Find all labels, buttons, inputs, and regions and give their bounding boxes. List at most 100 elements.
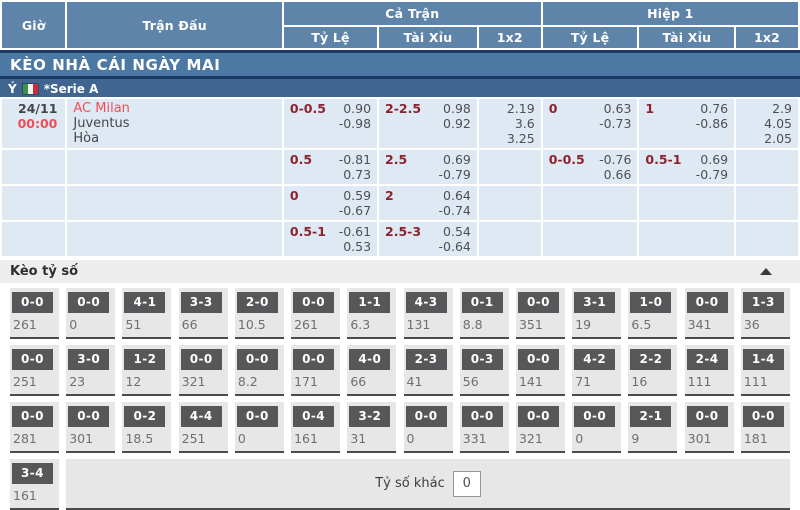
score-chip[interactable]: 4-3 xyxy=(406,292,447,313)
score-odds-cell[interactable]: 0-0181 xyxy=(741,402,790,453)
score-chip[interactable]: 1-2 xyxy=(124,349,165,370)
chevron-up-icon[interactable] xyxy=(760,268,772,275)
score-odds-cell[interactable]: 3-023 xyxy=(66,345,115,396)
score-odds-cell[interactable]: 0-00 xyxy=(66,288,115,339)
h1-overunder-cell[interactable]: 0.5-1 0.69 -0.79 xyxy=(639,150,734,184)
odds-value[interactable]: 0.59 xyxy=(343,188,371,203)
score-chip[interactable]: 0-0 xyxy=(574,406,615,427)
odds-value[interactable]: -0.61 xyxy=(339,224,371,239)
score-chip[interactable]: 1-4 xyxy=(743,349,784,370)
score-odds-cell[interactable]: 4-4251 xyxy=(179,402,228,453)
ft-1x2-cell[interactable]: 2.19 3.6 3.25 xyxy=(479,99,541,148)
draw-label[interactable]: Hòa xyxy=(73,131,276,146)
odds-value[interactable]: -0.73 xyxy=(599,116,631,131)
score-odds-cell[interactable]: 0-0351 xyxy=(516,288,565,339)
score-chip[interactable]: 0-0 xyxy=(293,349,334,370)
ft-handicap-cell[interactable]: 0.5 -0.81 0.73 xyxy=(284,150,377,184)
odds-value[interactable]: -0.74 xyxy=(439,203,471,218)
score-chip[interactable]: 0-0 xyxy=(687,292,728,313)
odds-value[interactable]: -0.76 xyxy=(599,152,631,167)
score-odds-cell[interactable]: 3-231 xyxy=(347,402,396,453)
score-chip[interactable]: 0-0 xyxy=(68,406,109,427)
score-chip[interactable]: 0-0 xyxy=(181,349,222,370)
score-chip[interactable]: 4-1 xyxy=(124,292,165,313)
score-odds-cell[interactable]: 0-4161 xyxy=(291,402,340,453)
score-odds-cell[interactable]: 3-119 xyxy=(572,288,621,339)
h1-handicap-cell[interactable]: 0 0.63 -0.73 xyxy=(543,99,638,148)
score-chip[interactable]: 0-2 xyxy=(124,406,165,427)
h1-1x2-cell[interactable]: 2.9 4.05 2.05 xyxy=(736,99,798,148)
score-odds-cell[interactable]: 3-4161 xyxy=(10,459,59,510)
odds-value[interactable]: 3.25 xyxy=(485,131,535,146)
odds-value[interactable]: 3.6 xyxy=(485,116,535,131)
score-odds-cell[interactable]: 0-0321 xyxy=(179,345,228,396)
score-chip[interactable]: 0-0 xyxy=(518,292,559,313)
score-chip[interactable]: 3-3 xyxy=(181,292,222,313)
score-odds-cell[interactable]: 0-0301 xyxy=(66,402,115,453)
score-odds-cell[interactable]: 0-0301 xyxy=(685,402,734,453)
score-odds-cell[interactable]: 0-0261 xyxy=(291,288,340,339)
score-odds-cell[interactable]: 0-0171 xyxy=(291,345,340,396)
score-odds-cell[interactable]: 0-18.8 xyxy=(460,288,509,339)
score-chip[interactable]: 0-0 xyxy=(12,406,53,427)
score-chip[interactable]: 3-1 xyxy=(574,292,615,313)
away-team[interactable]: Juventus xyxy=(73,116,276,131)
ft-overunder-cell[interactable]: 2 0.64 -0.74 xyxy=(379,186,477,220)
score-chip[interactable]: 4-4 xyxy=(181,406,222,427)
odds-value[interactable]: 2.9 xyxy=(742,101,792,116)
score-odds-cell[interactable]: 1-06.5 xyxy=(628,288,677,339)
odds-value[interactable]: 0.66 xyxy=(604,167,632,182)
score-odds-cell[interactable]: 0-00 xyxy=(235,402,284,453)
score-odds-cell[interactable]: 2-19 xyxy=(628,402,677,453)
score-odds-cell[interactable]: 0-0321 xyxy=(516,402,565,453)
ft-overunder-cell[interactable]: 2-2.5 0.98 0.92 xyxy=(379,99,477,148)
odds-value[interactable]: 4.05 xyxy=(742,116,792,131)
odds-value[interactable]: 0.98 xyxy=(443,101,471,116)
score-chip[interactable]: 2-3 xyxy=(406,349,447,370)
odds-value[interactable]: -0.79 xyxy=(439,167,471,182)
ft-handicap-cell[interactable]: 0-0.5 0.90 -0.98 xyxy=(284,99,377,148)
score-odds-cell[interactable]: 0-0331 xyxy=(460,402,509,453)
score-odds-cell[interactable]: 1-16.3 xyxy=(347,288,396,339)
score-odds-cell[interactable]: 2-4111 xyxy=(685,345,734,396)
score-chip[interactable]: 0-0 xyxy=(687,406,728,427)
score-odds-cell[interactable]: 4-066 xyxy=(347,345,396,396)
ft-overunder-cell[interactable]: 2.5 0.69 -0.79 xyxy=(379,150,477,184)
score-chip[interactable]: 0-0 xyxy=(237,349,278,370)
score-odds-cell[interactable]: 1-4111 xyxy=(741,345,790,396)
score-chip[interactable]: 2-1 xyxy=(630,406,671,427)
ft-handicap-cell[interactable]: 0 0.59 -0.67 xyxy=(284,186,377,220)
score-odds-cell[interactable]: 0-0341 xyxy=(685,288,734,339)
odds-value[interactable]: 0.54 xyxy=(443,224,471,239)
score-odds-cell[interactable]: 0-0141 xyxy=(516,345,565,396)
odds-value[interactable]: 0.73 xyxy=(343,167,371,182)
odds-value[interactable]: 0.90 xyxy=(343,101,371,116)
score-chip[interactable]: 0-0 xyxy=(518,406,559,427)
score-chip[interactable]: 0-0 xyxy=(518,349,559,370)
score-chip[interactable]: 0-4 xyxy=(293,406,334,427)
score-odds-cell[interactable]: 2-341 xyxy=(404,345,453,396)
odds-value[interactable]: -0.67 xyxy=(339,203,371,218)
h1-handicap-cell[interactable]: 0-0.5 -0.76 0.66 xyxy=(543,150,638,184)
odds-value[interactable]: -0.86 xyxy=(696,116,728,131)
odds-value[interactable]: -0.79 xyxy=(696,167,728,182)
score-chip[interactable]: 1-0 xyxy=(630,292,671,313)
score-chip[interactable]: 0-0 xyxy=(237,406,278,427)
odds-value[interactable]: -0.98 xyxy=(339,116,371,131)
score-chip[interactable]: 0-0 xyxy=(12,349,53,370)
score-odds-cell[interactable]: 4-3131 xyxy=(404,288,453,339)
score-chip[interactable]: 0-0 xyxy=(406,406,447,427)
score-section-header[interactable]: Kèo tỷ số xyxy=(0,260,800,283)
score-chip[interactable]: 0-3 xyxy=(462,349,503,370)
score-odds-cell[interactable]: 0-356 xyxy=(460,345,509,396)
odds-value[interactable]: 0.92 xyxy=(443,116,471,131)
score-chip[interactable]: 2-0 xyxy=(237,292,278,313)
odds-value[interactable]: 2.05 xyxy=(742,131,792,146)
score-odds-cell[interactable]: 0-08.2 xyxy=(235,345,284,396)
odds-value[interactable]: 0.69 xyxy=(700,152,728,167)
score-odds-cell[interactable]: 0-00 xyxy=(572,402,621,453)
score-odds-cell[interactable]: 0-0251 xyxy=(10,345,59,396)
score-chip[interactable]: 2-4 xyxy=(687,349,728,370)
h1-overunder-cell[interactable]: 1 0.76 -0.86 xyxy=(639,99,734,148)
odds-value[interactable]: 0.69 xyxy=(443,152,471,167)
